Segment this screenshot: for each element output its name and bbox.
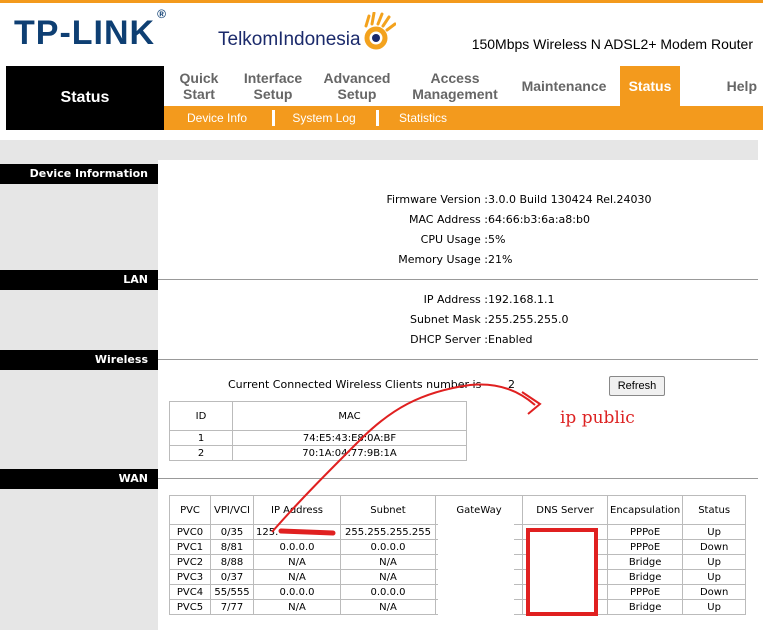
telkom-sun-icon <box>364 12 396 50</box>
tab-maintenance[interactable]: Maintenance <box>508 66 620 106</box>
table-row: PVC1 8/81 0.0.0.0 0.0.0.0 PPPoE Down <box>169 539 746 555</box>
section-wan: WAN <box>0 469 158 489</box>
table-row: PVC5 7/77 N/A N/A Bridge Up <box>169 599 746 615</box>
row-cpu-usage: CPU Usage :5% <box>420 233 506 246</box>
subnav-separator <box>272 110 275 126</box>
section-divider <box>158 279 758 280</box>
table-row: PVC4 55/555 0.0.0.0 0.0.0.0 PPPoE Down <box>169 584 746 600</box>
model-name: 150Mbps Wireless N ADSL2+ Modem Router <box>471 36 753 52</box>
section-device-information: Device Information <box>0 164 158 184</box>
tab-advanced-setup[interactable]: Advanced Setup <box>312 66 402 106</box>
section-divider <box>158 359 758 360</box>
subtab-system-log[interactable]: System Log <box>280 106 368 130</box>
wireless-clients-table: ID MAC 1 74:E5:43:E8:0A:BF 2 70:1A:04:77… <box>169 401 467 461</box>
table-header-row: PVC VPI/VCI IP Address Subnet GateWay DN… <box>169 495 746 525</box>
table-row: 1 74:E5:43:E8:0A:BF <box>169 430 467 446</box>
section-divider <box>158 478 758 479</box>
tab-quick-start[interactable]: Quick Start <box>164 66 234 106</box>
table-row: PVC2 8/88 N/A N/A Bridge Up <box>169 554 746 570</box>
main-nav: Quick Start Interface Setup Advanced Set… <box>164 66 763 106</box>
tab-help[interactable]: Help <box>680 66 763 106</box>
subtab-device-info[interactable]: Device Info <box>174 106 260 130</box>
annotation-arrowhead-icon <box>521 391 542 415</box>
left-panel <box>0 160 158 630</box>
col-id: ID <box>169 401 233 431</box>
current-section-title: Status <box>6 66 164 130</box>
table-row: 2 70:1A:04:77:9B:1A <box>169 445 467 461</box>
tab-interface-setup[interactable]: Interface Setup <box>234 66 312 106</box>
sub-nav: Device Info System Log Statistics <box>164 106 763 130</box>
section-wireless: Wireless <box>0 350 158 370</box>
table-row: PVC3 0/37 N/A N/A Bridge Up <box>169 569 746 585</box>
refresh-button[interactable]: Refresh <box>609 376 665 396</box>
wan-table: PVC VPI/VCI IP Address Subnet GateWay DN… <box>169 495 746 615</box>
row-mac-address: MAC Address :64:66:b3:6a:a8:b0 <box>408 213 590 226</box>
table-row: PVC0 0/35 125. 255.255.255.255 PPPoE Up <box>169 524 746 540</box>
tplink-logo: TP-LINK® <box>14 6 167 52</box>
content-top-bar <box>0 140 758 160</box>
annotation-ip-public-label: ip public <box>560 408 635 428</box>
row-firmware-version: Firmware Version :3.0.0 Build 130424 Rel… <box>386 193 652 206</box>
subnav-separator <box>376 110 379 126</box>
top-accent-bar <box>0 0 763 3</box>
row-memory-usage: Memory Usage :21% <box>398 253 513 266</box>
table-header-row: ID MAC <box>169 401 467 431</box>
telkom-logo: TelkomIndonesia <box>218 29 361 50</box>
row-lan-dhcp: DHCP Server : Enabled <box>410 333 533 346</box>
row-lan-subnet: Subnet Mask :255.255.255.0 <box>409 313 569 326</box>
tab-status[interactable]: Status <box>620 66 680 106</box>
tab-access-management[interactable]: Access Management <box>402 66 508 106</box>
wireless-clients-text: Current Connected Wireless Clients numbe… <box>228 378 482 391</box>
wireless-clients-count: 2 <box>508 378 515 391</box>
col-mac: MAC <box>232 401 467 431</box>
section-lan: LAN <box>0 270 158 290</box>
row-lan-ip: IP Address :192.168.1.1 <box>423 293 555 306</box>
subtab-statistics[interactable]: Statistics <box>386 106 460 130</box>
